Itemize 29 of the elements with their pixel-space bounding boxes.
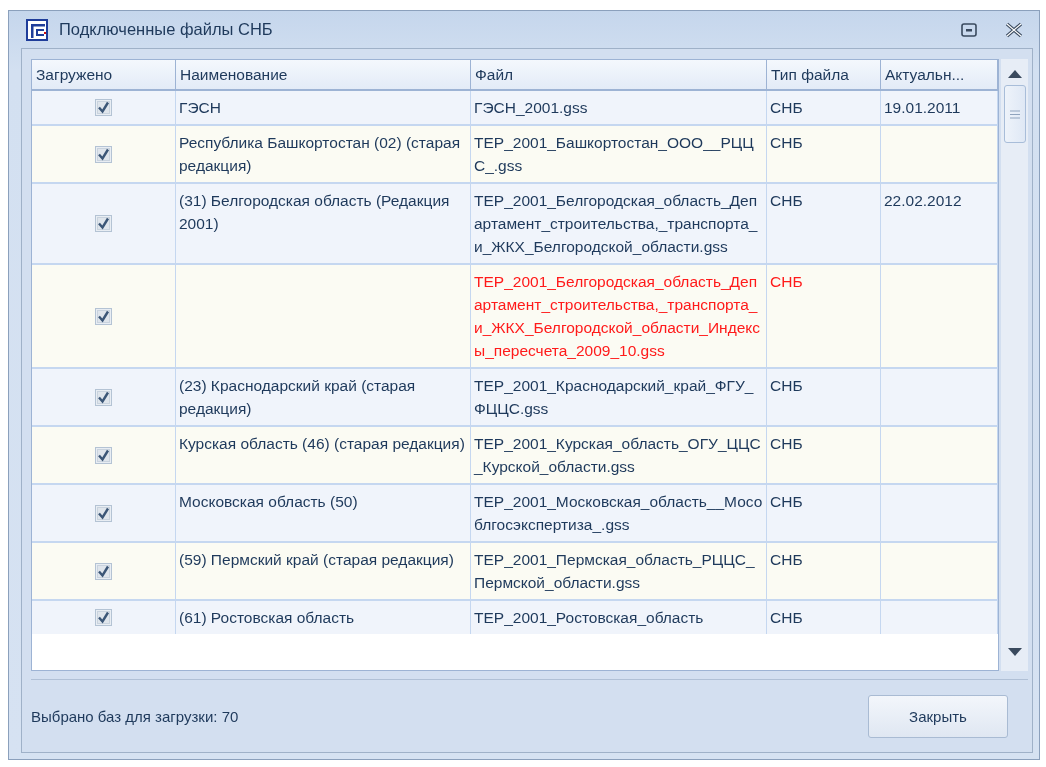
scroll-thumb[interactable] [1003,85,1026,143]
close-dialog-button[interactable]: Закрыть [868,694,1008,738]
column-header[interactable]: Актуальн... [881,60,998,89]
column-header[interactable]: Загружено [32,60,176,89]
logo-icon [25,17,49,42]
restore-icon [961,22,977,37]
column-header[interactable]: Наименование [176,60,471,89]
table-cell: (61) Ростовская область [176,601,471,634]
grip-icon [1008,109,1021,119]
table-cell: ТЕР_2001_Ростовская_область [471,601,767,634]
checkbox[interactable] [95,609,112,626]
checkbox[interactable] [95,388,112,406]
checkbox[interactable] [95,562,112,580]
checkbox[interactable] [95,446,112,464]
checkbox[interactable] [95,504,112,522]
status-text: Выбрано баз для загрузки: 70 [31,707,239,725]
window-title: Подключенные файлы СНБ [59,20,273,39]
column-header[interactable]: Тип файла [767,60,881,89]
scrollbar[interactable] [1001,59,1028,671]
checkbox[interactable] [95,215,112,232]
checkbox[interactable] [95,307,112,325]
table-cell: СНБ [767,601,881,634]
checkbox[interactable] [95,145,112,163]
scroll-up-icon[interactable] [1006,69,1023,79]
checkbox[interactable] [95,99,112,116]
close-icon [1005,21,1023,38]
column-header[interactable]: Файл [471,60,767,89]
scroll-down-icon[interactable] [1006,647,1023,657]
restore-button[interactable] [959,20,979,39]
